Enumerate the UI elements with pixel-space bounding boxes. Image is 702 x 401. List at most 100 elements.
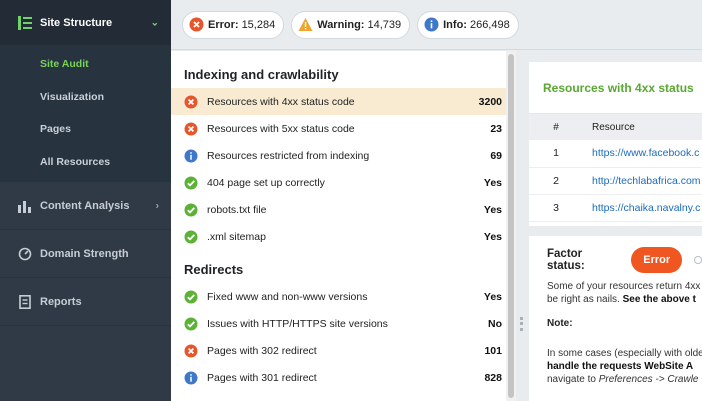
factor-value: 23 <box>490 122 502 135</box>
resources-panel: Resources with 4xx status # Resource 1 h… <box>529 62 702 226</box>
sidebar-submenu: Site Audit Visualization Pages All Resou… <box>0 46 171 182</box>
sidebar-section-domain-strength[interactable]: Domain Strength <box>0 230 171 278</box>
column-header-resource[interactable]: Resource <box>583 114 702 140</box>
factor-row[interactable]: Resources with 5xx status code 23 <box>171 115 516 142</box>
resources-table: # Resource 1 https://www.facebook.c 2 ht… <box>529 114 702 222</box>
note-label: Note: <box>547 318 573 329</box>
factor-value: 3200 <box>478 95 502 108</box>
factor-value: Yes <box>483 290 502 303</box>
warning-icon <box>298 17 313 32</box>
sidebar-item-site-audit[interactable]: Site Audit <box>0 48 171 81</box>
info-summary-pill[interactable]: Info: 266,498 <box>417 10 519 39</box>
chevron-down-icon: ⌄ <box>150 17 159 28</box>
factor-value: Yes <box>483 203 502 216</box>
list-scrollbar[interactable] <box>506 51 516 401</box>
info-label: Info: <box>443 18 467 31</box>
resource-link[interactable]: http://techlabafrica.com <box>583 167 702 195</box>
group-title: Indexing and crawlability <box>184 67 339 82</box>
check-icon <box>184 317 198 331</box>
factor-label: robots.txt file <box>207 203 267 216</box>
error-icon <box>184 95 198 109</box>
reports-icon <box>18 294 32 309</box>
table-row: 3 https://chaika.navalny.c <box>529 194 702 222</box>
factor-description-line2: be right as nails. See the above t <box>547 293 702 306</box>
factor-value: 828 <box>484 371 502 384</box>
sidebar-section-label: Reports <box>40 295 82 308</box>
factor-value: Yes <box>483 176 502 189</box>
factor-text: be right as nails. <box>547 294 623 305</box>
panel-splitter[interactable] <box>516 51 528 401</box>
table-header-row: # Resource <box>529 114 702 140</box>
sidebar-section-reports[interactable]: Reports <box>0 278 171 326</box>
factor-value: Yes <box>483 230 502 243</box>
factor-row[interactable]: Issues with HTTP/HTTPS site versions No <box>171 310 516 337</box>
factor-row[interactable]: Pages with 301 redirect 828 <box>171 364 516 391</box>
table-row: 2 http://techlabafrica.com <box>529 167 702 195</box>
factor-label: Fixed www and non-www versions <box>207 290 368 303</box>
note-text-strong: handle the requests WebSite A <box>547 361 694 372</box>
factor-label: Pages with 302 redirect <box>207 344 317 357</box>
factor-row[interactable]: Pages with 302 redirect 101 <box>171 337 516 364</box>
factor-label: Issues with HTTP/HTTPS site versions <box>207 317 388 330</box>
drag-handle-icon[interactable] <box>520 317 523 331</box>
content-analysis-icon <box>18 199 32 213</box>
error-icon <box>184 344 198 358</box>
factor-value: 101 <box>484 344 502 357</box>
factor-row[interactable]: Resources with 4xx status code 3200 <box>171 88 516 115</box>
factor-status-button[interactable]: Error <box>631 247 683 273</box>
row-number: 2 <box>529 167 583 195</box>
sidebar-section-site-structure[interactable]: Site Structure ⌄ <box>0 0 171 46</box>
sidebar-item-visualization[interactable]: Visualization <box>0 81 171 114</box>
check-icon <box>184 290 198 304</box>
check-icon <box>184 176 198 190</box>
resource-link[interactable]: https://chaika.navalny.c <box>583 194 702 222</box>
sidebar-section-label: Content Analysis <box>40 199 130 212</box>
info-count: 266,498 <box>469 18 510 31</box>
factor-text-bold: See the above t <box>622 294 696 305</box>
note-text: navigate to <box>547 374 599 385</box>
help-icon[interactable] <box>694 256 702 264</box>
factor-status-panel: Factor status: Error Some of your resour… <box>529 236 702 401</box>
group-title: Redirects <box>184 262 244 277</box>
error-summary-pill[interactable]: Error: 15,284 <box>182 10 285 39</box>
column-header-number[interactable]: # <box>529 114 583 140</box>
note-text-path: navigate to Preferences -> Crawle <box>547 373 702 386</box>
factor-row[interactable]: robots.txt file Yes <box>171 196 516 223</box>
table-row: 1 https://www.facebook.c <box>529 140 702 168</box>
check-icon <box>184 230 198 244</box>
info-icon <box>184 371 198 385</box>
sidebar-section-label: Site Structure <box>40 16 113 29</box>
factor-label: Resources with 4xx status code <box>207 95 355 108</box>
error-icon <box>184 122 198 136</box>
domain-strength-icon <box>18 247 32 261</box>
error-icon <box>189 17 204 32</box>
sidebar-item-all-resources[interactable]: All Resources <box>0 146 171 179</box>
factor-row[interactable]: Fixed www and non-www versions Yes <box>171 283 516 310</box>
warning-count: 14,739 <box>367 18 402 31</box>
factor-label: Pages with 301 redirect <box>207 371 317 384</box>
check-icon <box>184 203 198 217</box>
factor-label: Resources restricted from indexing <box>207 149 370 162</box>
resource-link[interactable]: https://www.facebook.c <box>583 140 702 168</box>
factor-label: 404 page set up correctly <box>207 176 325 189</box>
factor-label: .xml sitemap <box>207 230 266 243</box>
note-text: In some cases (especially with olde <box>547 348 702 359</box>
factor-row[interactable]: Resources restricted from indexing 69 <box>171 142 516 169</box>
note-text-bold: handle the requests WebSite A <box>547 360 702 373</box>
info-icon <box>184 149 198 163</box>
factor-row[interactable]: .xml sitemap Yes <box>171 223 516 250</box>
sidebar-item-pages[interactable]: Pages <box>0 113 171 146</box>
warning-summary-pill[interactable]: Warning: 14,739 <box>291 10 411 39</box>
sidebar: Site Structure ⌄ Site Audit Visualizatio… <box>0 0 171 401</box>
sidebar-section-content-analysis[interactable]: Content Analysis › <box>0 182 171 230</box>
factor-row[interactable]: 404 page set up correctly Yes <box>171 169 516 196</box>
factor-value: 69 <box>490 149 502 162</box>
sidebar-section-label: Domain Strength <box>40 247 129 260</box>
error-label: Error: <box>208 18 239 31</box>
chevron-right-icon: › <box>155 200 159 211</box>
preferences-path: Preferences -> Crawle <box>598 374 699 385</box>
warning-label: Warning: <box>317 18 365 31</box>
factor-status-label: Factor status: <box>547 248 585 272</box>
scrollbar-thumb[interactable] <box>508 54 514 398</box>
factor-description: Some of your resources return 4xx <box>547 281 701 292</box>
